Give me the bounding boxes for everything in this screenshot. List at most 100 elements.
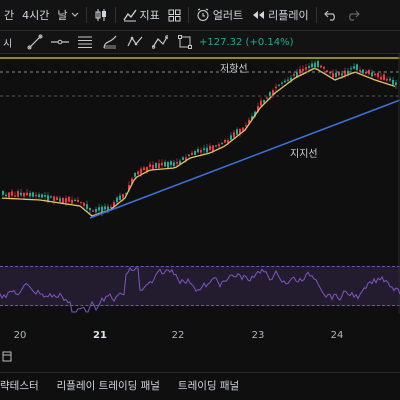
time-axis: 20 21 22 23 24 <box>0 325 400 345</box>
indicators-button[interactable]: 지표 <box>119 0 164 30</box>
timeframe-label-cut: 간 <box>4 9 15 22</box>
undo-icon <box>323 10 335 21</box>
candle-body <box>344 70 346 75</box>
candle-body <box>149 164 151 168</box>
candle-body <box>158 163 160 168</box>
horizontal-line-tool[interactable] <box>47 31 72 53</box>
alert-button[interactable]: 얼러트 <box>192 0 247 30</box>
chart-type-button[interactable] <box>90 0 112 30</box>
candle-body <box>155 162 157 168</box>
support-label: 지지선 <box>290 149 318 160</box>
candle-body <box>278 84 280 86</box>
candle-body <box>95 209 97 213</box>
candle-body <box>200 150 202 153</box>
timeframe-day-button[interactable]: 날 <box>53 0 82 30</box>
candle-body <box>2 191 4 195</box>
candle-body <box>191 152 193 155</box>
redo-button[interactable] <box>342 0 364 30</box>
path-tool[interactable] <box>147 31 172 53</box>
candle-body <box>317 61 319 68</box>
candle-body <box>8 192 10 198</box>
candle-body <box>47 195 49 201</box>
bottom-toolbar <box>0 345 400 367</box>
replay-label: 리플레이 <box>268 9 309 22</box>
path-icon <box>151 35 168 49</box>
calendar-icon[interactable] <box>2 350 12 362</box>
candle-body <box>167 162 169 168</box>
candle-body <box>323 66 325 69</box>
candle-body <box>20 192 22 196</box>
pattern-tool[interactable] <box>122 31 147 53</box>
candle-body <box>386 78 388 81</box>
rewind-icon <box>253 11 265 19</box>
candles-layer <box>2 59 397 217</box>
tab-trading-panel[interactable]: 트레이딩 패널 <box>169 378 248 393</box>
fib-retracement-tool[interactable] <box>72 31 97 53</box>
candle-body <box>287 79 289 81</box>
candle-body <box>209 145 211 150</box>
candle-body <box>341 73 343 76</box>
time-tick: 22 <box>171 330 185 341</box>
indicators-icon <box>122 9 137 22</box>
candle-body <box>23 192 25 197</box>
candle-body <box>212 145 214 152</box>
candle-body <box>80 201 82 203</box>
candle-body <box>335 72 337 78</box>
candle-body <box>71 199 73 204</box>
brush-icon <box>102 35 116 49</box>
candle-body <box>74 199 76 202</box>
candle-body <box>17 191 19 197</box>
candle-body <box>392 79 394 85</box>
top-toolbar: 간 4시간 날 지표 얼러트 리플레이 <box>0 0 400 31</box>
candle-body <box>395 82 397 85</box>
candle-body <box>77 199 79 203</box>
candle-body <box>197 149 199 153</box>
fib-lines-icon <box>77 36 92 48</box>
candles-icon <box>95 9 106 21</box>
pattern-icon <box>126 36 142 47</box>
candle-body <box>194 150 196 156</box>
candle-body <box>188 154 190 156</box>
time-tick: 23 <box>251 330 265 341</box>
rsi-indicator[interactable] <box>0 252 400 316</box>
rectangle-tool[interactable] <box>172 31 197 53</box>
redo-icon <box>348 10 360 21</box>
candle-body <box>293 74 295 76</box>
grid-layout-icon <box>168 9 181 21</box>
timeframe-4h-button[interactable]: 4시간 <box>18 0 53 30</box>
candle-body <box>56 197 58 201</box>
replay-button[interactable]: 리플레이 <box>247 0 312 30</box>
candle-body <box>44 195 46 197</box>
toolbar-divider <box>114 7 116 23</box>
candle-body <box>65 198 67 203</box>
candle-body <box>320 65 322 68</box>
candle-body <box>281 82 283 84</box>
candle-body <box>305 67 307 70</box>
symbol-button[interactable]: 시 <box>0 31 22 53</box>
candle-body <box>302 68 304 72</box>
tab-replay-trading-panel[interactable]: 리플레이 트레이딩 패널 <box>48 378 169 393</box>
candle-body <box>383 74 385 81</box>
candle-body <box>206 147 208 153</box>
rsi-line <box>0 266 400 313</box>
candle-body <box>32 192 34 197</box>
candle-body <box>140 168 142 174</box>
candle-body <box>62 198 64 203</box>
chevron-down-icon <box>71 12 78 17</box>
tab-strategy-tester[interactable]: 략테스터 <box>0 378 48 393</box>
bottom-panel-tabs: 략테스터 리플레이 트레이딩 패널 트레이딩 패널 <box>0 372 400 398</box>
candle-body <box>92 210 94 212</box>
indicators-label: 지표 <box>139 9 160 22</box>
toolbar-divider <box>85 7 87 23</box>
candle-body <box>119 195 121 200</box>
layouts-button[interactable] <box>164 0 185 30</box>
trend-line-icon <box>27 34 42 50</box>
candle-body <box>218 144 220 147</box>
undo-button[interactable] <box>320 0 342 30</box>
trend-line-tool[interactable] <box>22 31 47 53</box>
candle-body <box>332 73 334 78</box>
candle-body <box>284 80 286 83</box>
horizontal-line-icon <box>50 39 69 45</box>
timeframe-button[interactable]: 간 <box>0 0 18 30</box>
brush-tool[interactable] <box>97 31 122 53</box>
